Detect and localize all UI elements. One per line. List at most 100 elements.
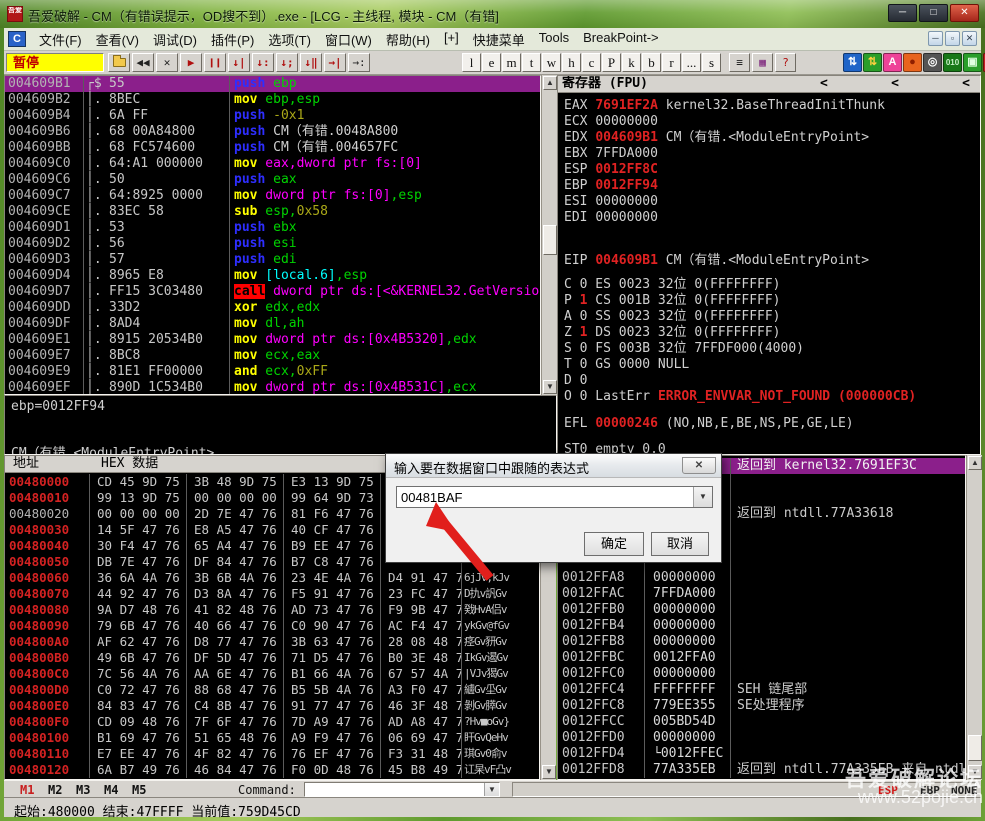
- stack-row[interactable]: 0012FFAC7FFDA000: [558, 586, 965, 602]
- window-letter-button-s[interactable]: s: [702, 53, 721, 72]
- dump-row[interactable]: 004800D0C0 72 47 7688 68 47 76B5 5B 4A 7…: [5, 682, 539, 698]
- registers-pane[interactable]: 寄存器 (FPU) <<< EAX 7691EF2A kernel32.Base…: [557, 75, 981, 455]
- register-panel-toggle-2[interactable]: <: [891, 76, 899, 92]
- dialog-title-bar[interactable]: 输入要在数据窗口中跟随的表达式 ✕: [386, 454, 721, 478]
- menu-item-5[interactable]: 选项(T): [261, 28, 318, 51]
- ok-button[interactable]: 确定: [584, 532, 644, 556]
- stack-row[interactable]: 0012FFBC0012FFA0: [558, 650, 965, 666]
- disasm-row[interactable]: 004609EF│.890D 1C534B0mov dword ptr ds:[…: [5, 380, 540, 395]
- chevron-down-icon[interactable]: ▼: [484, 783, 499, 796]
- scroll-down-icon[interactable]: ▼: [968, 765, 982, 779]
- target-icon[interactable]: ◎: [923, 53, 942, 72]
- register-panel-toggle-3[interactable]: <: [962, 76, 970, 92]
- register-panel-toggle-1[interactable]: <: [820, 76, 828, 92]
- dump-row[interactable]: 004800B049 6B 47 76DF 5D 47 7671 D5 47 7…: [5, 650, 539, 666]
- mdi-close-button[interactable]: ✕: [962, 31, 977, 46]
- disasm-row[interactable]: 004609B6│.68 00A84800push CM（有错.0048A800: [5, 124, 540, 140]
- menu-item-8[interactable]: [+]: [437, 28, 466, 51]
- disasm-row[interactable]: 004609B2│.8BECmov ebp,esp: [5, 92, 540, 108]
- stack-row[interactable]: 0012FFB800000000: [558, 634, 965, 650]
- stack-row[interactable]: 0012FFC000000000: [558, 666, 965, 682]
- step-over-button[interactable]: ↓:: [252, 53, 274, 72]
- disassembly-scrollbar[interactable]: ▲ ▼: [541, 75, 557, 395]
- window-letter-button-c[interactable]: c: [582, 53, 601, 72]
- dump-row[interactable]: 0048006036 6A 4A 763B 6B 4A 7623 4E 4A 7…: [5, 570, 539, 586]
- go-to-button[interactable]: →:: [348, 53, 370, 72]
- disasm-row[interactable]: 004609C7│.64:8925 0000mov dword ptr fs:[…: [5, 188, 540, 204]
- run-button[interactable]: ▶: [180, 53, 202, 72]
- command-input[interactable]: ▼: [304, 782, 500, 797]
- memory-tab-m5[interactable]: M5: [132, 783, 146, 797]
- dump-row[interactable]: 004800A0AF 62 47 76D8 77 47 763B 63 47 7…: [5, 634, 539, 650]
- window-letter-button-k[interactable]: k: [622, 53, 641, 72]
- window-letter-button-r[interactable]: r: [662, 53, 681, 72]
- scroll-up-icon[interactable]: ▲: [968, 456, 982, 470]
- sync-blue-icon[interactable]: ⇅: [843, 53, 862, 72]
- disasm-row[interactable]: 004609BB│.68 FC574600push CM（有错.004657FC: [5, 140, 540, 156]
- stack-row[interactable]: 0012FFD000000000: [558, 730, 965, 746]
- window-letter-button-P[interactable]: P: [602, 53, 621, 72]
- menu-item-2[interactable]: 查看(V): [89, 28, 146, 51]
- log-window-button[interactable]: ≡: [729, 53, 750, 72]
- binary-icon[interactable]: 010: [943, 53, 962, 72]
- step-into-button[interactable]: ↓|: [228, 53, 250, 72]
- scroll-thumb[interactable]: [968, 735, 982, 761]
- mdi-minimize-button[interactable]: ─: [928, 31, 943, 46]
- disasm-row[interactable]: 004609B1┌$55push ebp: [5, 76, 540, 92]
- disasm-row[interactable]: 004609E1│.8915 20534B0mov dword ptr ds:[…: [5, 332, 540, 348]
- stack-row[interactable]: 0012FFD877A335EB返回到 ntdll.77A335EB 来自 nt…: [558, 762, 965, 778]
- close-button[interactable]: ✕: [950, 4, 979, 22]
- window-letter-button-e[interactable]: e: [482, 53, 501, 72]
- help-button[interactable]: ?: [775, 53, 796, 72]
- disasm-row[interactable]: 004609D3│.57push edi: [5, 252, 540, 268]
- dump-row[interactable]: 0048009079 6B 47 7640 66 47 76C0 90 47 7…: [5, 618, 539, 634]
- disasm-row[interactable]: 004609B4│.6A FFpush -0x1: [5, 108, 540, 124]
- disasm-row[interactable]: 004609C0│.64:A1 000000mov eax,dword ptr …: [5, 156, 540, 172]
- window-letter-button-m[interactable]: m: [502, 53, 521, 72]
- title-bar[interactable]: 吾爱 吾爱破解 - CM（有错误提示，OD搜不到）.exe - [LCG - 主…: [0, 0, 985, 28]
- disasm-row[interactable]: 004609E9│.81E1 FF00000and ecx,0xFF: [5, 364, 540, 380]
- close-program-button[interactable]: ✕: [156, 53, 178, 72]
- dump-row[interactable]: 0048007044 92 47 76D3 8A 47 76F5 91 47 7…: [5, 586, 539, 602]
- memory-tab-m3[interactable]: M3: [76, 783, 90, 797]
- window-letter-button-w[interactable]: w: [542, 53, 561, 72]
- menu-item-6[interactable]: 窗口(W): [318, 28, 379, 51]
- pause-button[interactable]: ❙❙: [204, 53, 226, 72]
- scroll-down-icon[interactable]: ▼: [542, 765, 556, 779]
- scroll-down-icon[interactable]: ▼: [543, 380, 557, 394]
- execute-till-return-button[interactable]: →|: [324, 53, 346, 72]
- dump-row[interactable]: 00480110E7 EE 47 764F 82 47 7676 EF 47 7…: [5, 746, 539, 762]
- dump-row[interactable]: 004800F0CD 09 48 767F 6F 47 767D A9 47 7…: [5, 714, 539, 730]
- window-letter-button-l[interactable]: l: [462, 53, 481, 72]
- assembler-icon[interactable]: A: [883, 53, 902, 72]
- menu-item-11[interactable]: BreakPoint->: [576, 28, 666, 51]
- menu-item-10[interactable]: Tools: [532, 28, 576, 51]
- open-file-button[interactable]: [108, 53, 130, 72]
- stack-row[interactable]: 0012FFC8779EE355SE处理程序: [558, 698, 965, 714]
- stack-row[interactable]: 0012FFB000000000: [558, 602, 965, 618]
- menu-item-1[interactable]: 文件(F): [32, 28, 89, 51]
- cancel-button[interactable]: 取消: [651, 532, 709, 556]
- trace-over-button[interactable]: ↓‖: [300, 53, 322, 72]
- disasm-row[interactable]: 004609D4│.8965 E8mov [local.6],esp: [5, 268, 540, 284]
- mdi-restore-button[interactable]: ▫: [945, 31, 960, 46]
- maximize-button[interactable]: □: [919, 4, 948, 22]
- stack-row[interactable]: 0012FFC4FFFFFFFFSEH 链尾部: [558, 682, 965, 698]
- cpu-window-icon[interactable]: C: [8, 31, 26, 47]
- disasm-row[interactable]: 004609D1│.53push ebx: [5, 220, 540, 236]
- patches-button[interactable]: ▦: [752, 53, 773, 72]
- trace-into-button[interactable]: ↓;: [276, 53, 298, 72]
- minimize-button[interactable]: ─: [888, 4, 917, 22]
- memory-tab-m4[interactable]: M4: [104, 783, 118, 797]
- menu-item-3[interactable]: 调试(D): [146, 28, 204, 51]
- dump-row[interactable]: 004800E084 83 47 76C4 8B 47 7691 77 47 7…: [5, 698, 539, 714]
- dump-row[interactable]: 00480100B1 69 47 7651 65 48 76A9 F9 47 7…: [5, 730, 539, 746]
- sync-green-icon[interactable]: ⇅: [863, 53, 882, 72]
- record-icon[interactable]: ●: [903, 53, 922, 72]
- disassembly-pane[interactable]: 004609B1┌$55push ebp004609B2│.8BECmov eb…: [4, 75, 541, 395]
- expression-input[interactable]: 00481BAF ▼: [396, 486, 713, 508]
- dump-row[interactable]: 004800809A D7 48 7641 82 48 76AD 73 47 7…: [5, 602, 539, 618]
- scroll-up-icon[interactable]: ▲: [543, 76, 557, 90]
- stack-scrollbar[interactable]: ▲ ▼: [966, 455, 982, 780]
- dump-row[interactable]: 004800C07C 56 4A 76AA 6E 47 76B1 66 4A 7…: [5, 666, 539, 682]
